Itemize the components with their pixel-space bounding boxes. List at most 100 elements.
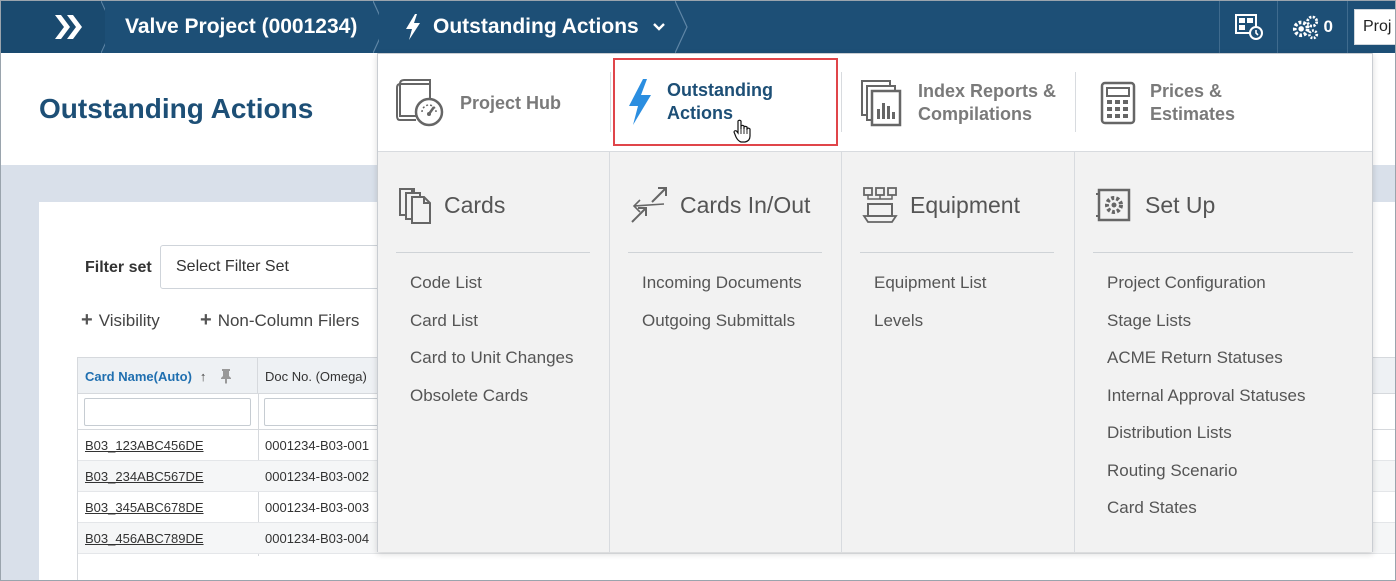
menu-column-label: Cards In/Out xyxy=(680,191,811,218)
menu-item-internal-approval-statuses[interactable]: Internal Approval Statuses xyxy=(1107,385,1305,423)
card-name-link[interactable]: B03_456ABC789DE xyxy=(78,523,204,554)
jobs-count: 0 xyxy=(1323,17,1333,36)
calculator-icon xyxy=(1100,81,1136,125)
bolt-icon xyxy=(629,79,651,125)
proj-button-wrap: Proj xyxy=(1347,1,1395,53)
gears-icon xyxy=(1292,15,1319,40)
column-header-label: Card Name(Auto) xyxy=(85,368,192,384)
hub-label-line2: Actions xyxy=(667,103,734,123)
hub-outstanding-actions[interactable]: Outstanding Actions xyxy=(613,58,838,146)
bolt-icon xyxy=(406,14,420,40)
card-name-filter-input[interactable] xyxy=(84,398,251,426)
double-chevron-icon xyxy=(55,15,82,39)
app-window: Valve Project (0001234) Outstanding Acti… xyxy=(0,0,1396,581)
visibility-label: Visibility xyxy=(98,310,160,330)
menu-item-equipment-list[interactable]: Equipment List xyxy=(874,272,986,310)
cards-icon xyxy=(399,188,431,224)
report-stack-icon xyxy=(861,80,902,127)
menu-item-levels[interactable]: Levels xyxy=(874,310,986,348)
menu-item-card-states[interactable]: Card States xyxy=(1107,497,1305,535)
menu-column-title: Cards xyxy=(398,182,505,228)
equipment-icon xyxy=(862,187,898,223)
menu-column-equipment: Equipment Equipment List Levels xyxy=(842,152,1075,552)
chevron-down-icon xyxy=(652,23,665,31)
non-column-filters-label: Non-Column Filers xyxy=(217,310,360,330)
filter-set-label: Filter set xyxy=(85,259,152,276)
menu-item-code-list[interactable]: Code List xyxy=(410,272,573,310)
card-name-link[interactable]: B03_123ABC456DE xyxy=(78,430,204,461)
menu-column-label: Equipment xyxy=(910,191,1020,218)
menu-list: Project Configuration Stage Lists ACME R… xyxy=(1107,272,1305,535)
card-name-link[interactable]: B03_345ABC678DE xyxy=(78,492,204,523)
plus-icon: + xyxy=(81,309,93,331)
hub-divider xyxy=(841,72,842,132)
filter-set-select[interactable]: Select Filter Set xyxy=(160,245,390,289)
hub-prices-estimates[interactable]: Prices & Estimates xyxy=(1100,60,1320,146)
hub-label: Project Hub xyxy=(460,92,562,113)
visibility-button[interactable]: + Visibility xyxy=(81,309,160,332)
doc-no-cell: 0001234-B03-003 xyxy=(265,500,370,515)
hub-label-line2: Compilations xyxy=(918,104,1033,124)
doc-no-cell: 0001234-B03-002 xyxy=(265,469,370,484)
hub-label: Index Reports & xyxy=(918,81,1057,101)
dashboard-button[interactable] xyxy=(1219,1,1277,53)
column-header-label: Doc No. (Omega) xyxy=(265,368,367,384)
jobs-button[interactable]: 0 xyxy=(1277,1,1347,53)
divider xyxy=(396,252,590,253)
menu-item-stage-lists[interactable]: Stage Lists xyxy=(1107,310,1305,348)
menu-item-obsolete-cards[interactable]: Obsolete Cards xyxy=(410,385,573,423)
menu-item-outgoing-submittals[interactable]: Outgoing Submittals xyxy=(642,310,802,348)
card-name-link[interactable]: B03_234ABC567DE xyxy=(78,461,204,492)
hub-label: Outstanding xyxy=(667,80,773,100)
menu-column-label: Set Up xyxy=(1145,191,1216,218)
breadcrumb-outstanding-actions[interactable]: Outstanding Actions xyxy=(379,1,675,53)
menu-item-card-list[interactable]: Card List xyxy=(410,310,573,348)
section-title: Outstanding Actions xyxy=(433,15,639,38)
navigation-mega-menu: Project Hub Outstanding Actions Index Re… xyxy=(377,53,1373,552)
column-header-card-name[interactable]: Card Name(Auto) ↑ xyxy=(78,358,258,394)
top-right-tools: 0 Proj xyxy=(1219,1,1395,53)
hub-label-line2: Estimates xyxy=(1150,104,1236,124)
hub-row: Project Hub Outstanding Actions Index Re… xyxy=(378,54,1372,152)
sort-up-icon[interactable]: ↑ xyxy=(200,369,207,384)
menu-column-cards: Cards Code List Card List Card to Unit C… xyxy=(378,152,610,552)
menu-column-title: Equipment xyxy=(862,182,1020,228)
hand-cursor-icon xyxy=(733,119,751,143)
doc-no-filter-input[interactable] xyxy=(264,398,394,426)
menu-list: Equipment List Levels xyxy=(874,272,986,347)
top-navigation-bar: Valve Project (0001234) Outstanding Acti… xyxy=(1,1,1395,53)
menu-column-label: Cards xyxy=(444,191,506,218)
hub-label-wrap: Index Reports & Compilations xyxy=(918,80,1056,126)
menu-list: Incoming Documents Outgoing Submittals xyxy=(642,272,802,347)
non-column-filters-button[interactable]: + Non-Column Filers xyxy=(200,309,359,332)
arrows-in-out-icon xyxy=(631,187,667,223)
hub-label-wrap: Outstanding Actions xyxy=(667,79,773,125)
divider xyxy=(1093,252,1353,253)
hub-divider xyxy=(1075,72,1076,132)
divider xyxy=(628,252,822,253)
page-title: Outstanding Actions xyxy=(39,93,314,124)
hub-index-reports[interactable]: Index Reports & Compilations xyxy=(860,60,1074,146)
menu-column-set-up: Set Up Project Configuration Stage Lists… xyxy=(1075,152,1373,552)
hub-project-hub[interactable]: Project Hub xyxy=(396,60,610,146)
gauge-icon xyxy=(396,79,444,127)
plus-icon: + xyxy=(200,309,212,331)
doc-no-cell: 0001234-B03-004 xyxy=(265,531,370,546)
menu-column-title: Set Up xyxy=(1095,182,1215,228)
menu-columns: Cards Code List Card List Card to Unit C… xyxy=(378,152,1372,552)
menu-item-project-configuration[interactable]: Project Configuration xyxy=(1107,272,1305,310)
menu-item-card-to-unit-changes[interactable]: Card to Unit Changes xyxy=(410,347,573,385)
project-title: Valve Project (0001234) xyxy=(125,15,358,38)
hub-label: Prices & xyxy=(1150,81,1223,101)
doc-no-cell: 0001234-B03-001 xyxy=(265,438,370,453)
menu-item-return-statuses[interactable]: ACME Return Statuses xyxy=(1107,347,1305,385)
pin-icon[interactable] xyxy=(220,368,232,384)
menu-item-routing-scenario[interactable]: Routing Scenario xyxy=(1107,460,1305,498)
breadcrumb-project[interactable]: Valve Project (0001234) xyxy=(105,1,375,53)
menu-item-distribution-lists[interactable]: Distribution Lists xyxy=(1107,422,1305,460)
divider xyxy=(860,252,1054,253)
home-crumb[interactable] xyxy=(1,1,101,53)
hub-divider xyxy=(610,72,611,132)
proj-button[interactable]: Proj xyxy=(1354,9,1395,45)
menu-item-incoming-documents[interactable]: Incoming Documents xyxy=(642,272,802,310)
